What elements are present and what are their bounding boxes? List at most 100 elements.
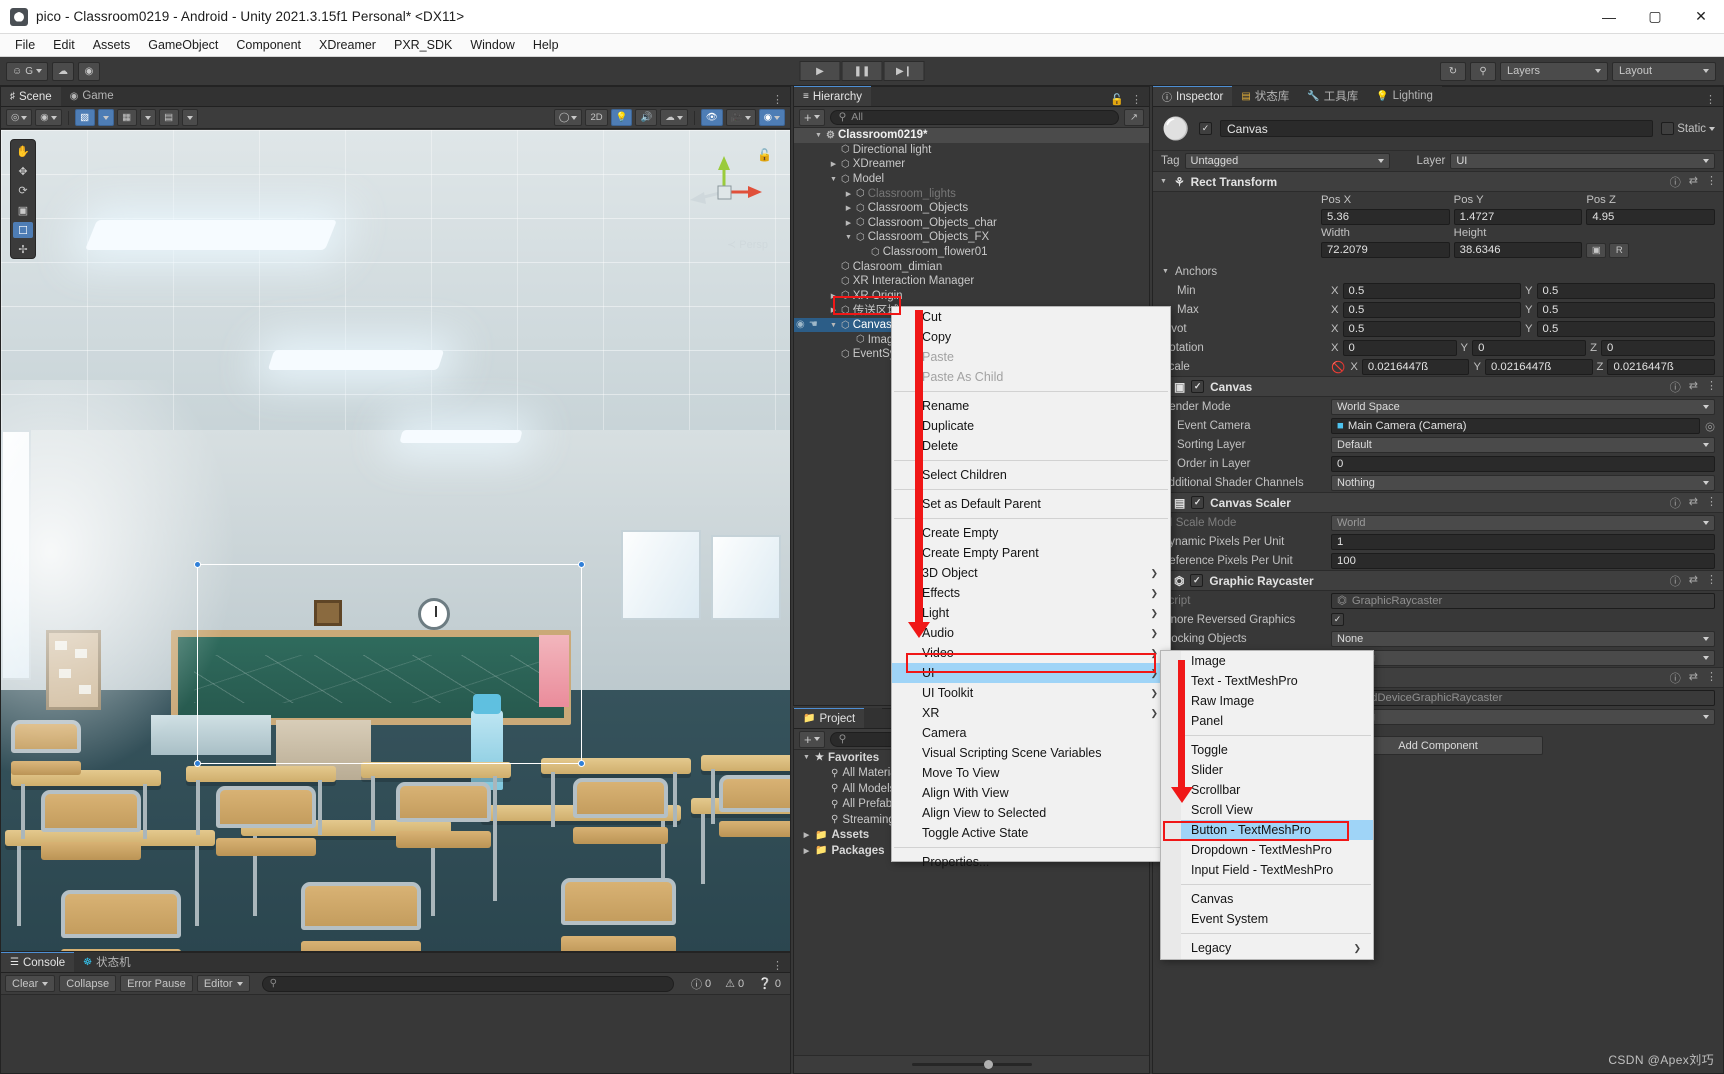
object-picker-icon[interactable]: ◎ [1705, 419, 1715, 433]
visibility-toggle-icon[interactable]: ◉ [796, 319, 805, 330]
order-in-layer-field[interactable]: 0 [1331, 455, 1715, 472]
ui-item-button-textmeshpro[interactable]: Button - TextMeshPro [1161, 820, 1373, 840]
ui-item-text-textmeshpro[interactable]: Text - TextMeshPro [1161, 671, 1373, 691]
layers-dropdown[interactable]: Layers [1500, 61, 1608, 81]
scene-tab-menu[interactable]: ⋮ [765, 93, 790, 106]
ctx-item-move-to-view[interactable]: Move To View [892, 763, 1170, 783]
project-zoom-slider[interactable] [911, 1059, 1032, 1069]
ui-item-dropdown-textmeshpro[interactable]: Dropdown - TextMeshPro [1161, 840, 1373, 860]
ui-item-image[interactable]: Image [1161, 651, 1373, 671]
hierarchy-item-classroom-objects[interactable]: ▶ ⬡ Classroom_Objects [794, 201, 1149, 216]
ui-item-event-system[interactable]: Event System [1161, 909, 1373, 929]
console-clear-button[interactable]: Clear [5, 975, 56, 992]
component-menu-icon[interactable]: ⋮ [1706, 174, 1717, 190]
component-header-canvas-scaler[interactable]: ▼ ▤ ✓ Canvas Scaler ⓘ⇄⋮ [1153, 492, 1723, 513]
menu-edit[interactable]: Edit [44, 36, 84, 54]
foldout-icon[interactable]: ▶ [802, 847, 811, 855]
ui-item-canvas[interactable]: Canvas [1161, 889, 1373, 909]
console-warning-count[interactable]: ⚠ 0 [720, 977, 749, 991]
tab-hierarchy[interactable]: ≡ Hierarchy [794, 86, 872, 106]
constrain-proportions-icon[interactable]: 🚫 [1331, 360, 1345, 374]
preset-icon[interactable]: ⇄ [1689, 379, 1698, 395]
gr-blocking-mask-dropdown[interactable]: Nothing [1331, 649, 1715, 666]
tab-project[interactable]: 📁 Project [794, 708, 865, 728]
ctx-item-delete[interactable]: Delete [892, 436, 1170, 456]
anchor-min-y-field[interactable]: 0.5 [1536, 282, 1715, 299]
canvas-enabled-checkbox[interactable]: ✓ [1191, 380, 1205, 393]
ui-item-raw-image[interactable]: Raw Image [1161, 691, 1373, 711]
foldout-icon[interactable]: ▼ [1159, 178, 1168, 185]
foldout-icon[interactable]: ▶ [802, 831, 811, 839]
menu-component[interactable]: Component [227, 36, 310, 54]
foldout-collapsed-icon[interactable]: ▶ [829, 306, 838, 314]
preset-icon[interactable]: ⇄ [1689, 573, 1698, 589]
tab-statelib[interactable]: ▤ 状态库 [1232, 86, 1299, 106]
hierarchy-popout-button[interactable]: ↗ [1124, 108, 1144, 126]
ui-item-toggle[interactable]: Toggle [1161, 740, 1373, 760]
menu-xdreamer[interactable]: XDreamer [310, 36, 385, 54]
preset-icon[interactable]: ⇄ [1689, 174, 1698, 190]
shader-channels-dropdown[interactable]: Nothing [1331, 474, 1715, 491]
height-field[interactable]: 38.6346 [1453, 242, 1583, 258]
hierarchy-item-classroom-objects-char[interactable]: ▶ ⬡ Classroom_Objects_char [794, 216, 1149, 231]
pause-button[interactable]: ❚❚ [841, 61, 883, 81]
hierarchy-item-model[interactable]: ▼ ⬡ Model [794, 172, 1149, 187]
foldout-expanded-icon[interactable]: ▼ [829, 176, 838, 183]
console-log-count[interactable]: ⓘ 0 [686, 976, 716, 992]
handle-space-button[interactable]: ◉ [35, 109, 62, 126]
graphic-raycaster-enabled-checkbox[interactable]: ✓ [1190, 574, 1204, 587]
hierarchy-search-input[interactable]: ⚲ All [829, 109, 1119, 125]
account-button[interactable]: ☺ G [6, 61, 48, 81]
console-message-list[interactable] [1, 995, 790, 1073]
component-menu-icon[interactable]: ⋮ [1706, 670, 1717, 686]
component-menu-icon[interactable]: ⋮ [1706, 573, 1717, 589]
console-error-pause-button[interactable]: Error Pause [120, 975, 193, 992]
foldout-expanded-icon[interactable]: ▼ [814, 132, 823, 139]
console-error-count[interactable]: ❔ 0 [753, 977, 786, 991]
pivot-x-field[interactable]: 0.5 [1342, 320, 1521, 337]
menu-assets[interactable]: Assets [84, 36, 140, 54]
help-icon[interactable]: ⓘ [1670, 670, 1681, 686]
rotation-x-field[interactable]: 0 [1342, 339, 1457, 356]
console-collapse-button[interactable]: Collapse [59, 975, 117, 992]
inspector-tab-menu[interactable]: ⋮ [1698, 93, 1723, 106]
rect-tool-icon[interactable]: ☐ [13, 221, 33, 239]
scene-visibility-button[interactable]: 👁 [700, 109, 723, 126]
tab-project-extra[interactable] [864, 708, 883, 728]
transform-tool-icon[interactable]: ✢ [13, 241, 33, 258]
component-menu-icon[interactable]: ⋮ [1706, 379, 1717, 395]
close-button[interactable]: ✕ [1678, 0, 1724, 34]
scale-z-field[interactable]: 0.0216447ß [1607, 358, 1716, 375]
help-icon[interactable]: ⓘ [1670, 495, 1681, 511]
ruler-dropdown[interactable] [181, 109, 198, 126]
scene-orientation-gizmo[interactable] [680, 148, 768, 236]
foldout-collapsed-icon[interactable]: ▶ [844, 190, 853, 198]
grid-snap-button[interactable]: ▧ [74, 109, 95, 126]
menu-pxr-sdk[interactable]: PXR_SDK [385, 36, 461, 54]
tab-toolbox[interactable]: 🔧 工具库 [1298, 86, 1368, 106]
hierarchy-item-directional-light[interactable]: ⬡ Directional light [794, 143, 1149, 158]
play-button[interactable]: ▶ [799, 61, 841, 81]
help-icon[interactable]: ⓘ [1670, 174, 1681, 190]
layout-dropdown[interactable]: Layout [1612, 61, 1716, 81]
ctx-item-select-children[interactable]: Select Children [892, 465, 1170, 485]
rotate-tool-icon[interactable]: ⟳ [13, 182, 33, 199]
ui-item-input-field-textmeshpro[interactable]: Input Field - TextMeshPro [1161, 860, 1373, 880]
ui-submenu[interactable]: Image Text - TextMeshPro Raw Image Panel Tog… [1160, 650, 1374, 960]
ctx-item-rename[interactable]: Rename [892, 396, 1170, 416]
sorting-layer-dropdown[interactable]: Default [1331, 436, 1715, 453]
ui-item-slider[interactable]: Slider [1161, 760, 1373, 780]
ctx-item-xr[interactable]: XR ❯ [892, 703, 1170, 723]
component-menu-icon[interactable]: ⋮ [1706, 495, 1717, 511]
canvas-scaler-enabled-checkbox[interactable]: ✓ [1191, 496, 1205, 509]
foldout-expanded-icon[interactable]: ▼ [844, 234, 853, 241]
foldout-icon[interactable]: ▼ [802, 754, 811, 761]
layer-dropdown[interactable]: UI [1450, 153, 1715, 169]
snap-increment-button[interactable]: ▦ [116, 109, 137, 126]
tab-game[interactable]: ◉ Game [60, 87, 123, 106]
project-add-button[interactable]: + [799, 730, 825, 748]
help-icon[interactable]: ⓘ [1670, 573, 1681, 589]
ctx-item-audio[interactable]: Audio ❯ [892, 623, 1170, 643]
static-toggle[interactable]: Static [1661, 122, 1715, 135]
console-tab-menu[interactable]: ⋮ [765, 959, 790, 972]
